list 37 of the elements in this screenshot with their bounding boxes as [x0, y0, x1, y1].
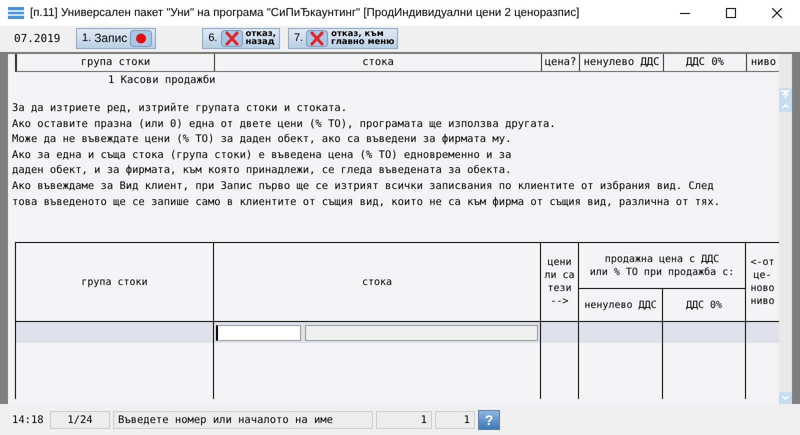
scroll-top-icon [779, 88, 792, 100]
scroll-down-button[interactable] [779, 392, 792, 404]
column-header: ненулево ДДС [580, 54, 664, 71]
scrollbar[interactable] [779, 54, 792, 404]
close-icon [772, 8, 782, 18]
column-header: продажна цена с ДДС или % ТО при продажба с: [579, 243, 746, 290]
status-field: 1 [435, 411, 475, 429]
scroll-up-button[interactable] [779, 100, 792, 112]
group-row-text: 1 Касови продажби [107, 73, 216, 88]
note-line: това въведеното ще се запише само в клиентите от същия вид, които не са към фирма от същия вид, различна от тях. [12, 194, 722, 210]
cross-icon [220, 30, 242, 46]
column-header: група стоки [17, 54, 215, 71]
status-message: Въведете номер или началото на име [113, 411, 373, 429]
input-field[interactable] [305, 324, 538, 341]
scroll-top-button[interactable] [779, 88, 792, 100]
input-field[interactable] [216, 324, 301, 341]
note-line: Ако за една и съща стока (група стоки) е въведена цена (% ТО) едновременно и за [12, 148, 512, 163]
note-line: Може да не въвеждате цени (% ТО) за даден обект, ако са въведени за фирмата му. [12, 132, 512, 148]
note-line: даден обект, и за фирмата, към която принадлежи, се гледа въведената за обекта. [12, 163, 512, 178]
maximize-icon [726, 8, 736, 18]
note-line: Ако оставите празна (или 0) една от двете цени (% ТО), програмата ще използва другата. [12, 116, 557, 132]
column-header: стока [215, 54, 542, 71]
record-icon [130, 30, 152, 46]
toolbar-button[interactable]: 7. отказ, към главно меню [288, 28, 398, 48]
app-icon [8, 7, 24, 19]
record-counter: 1/24 [50, 411, 110, 429]
status-field: 1 [376, 411, 432, 429]
note-line: Ако въвеждаме за Вид клиент, при Запис първо ще се изтрият всички записвания по клиентите от избрания вид. След [12, 178, 715, 194]
status-time: 14:18 [12, 414, 45, 426]
cross-icon [306, 30, 328, 46]
column-header: цена? [542, 54, 580, 71]
period-label: 07.2019 [14, 32, 62, 44]
toolbar-button[interactable]: 1. Запис [76, 28, 156, 48]
column-header: ДДС 0% [664, 54, 747, 71]
toolbar-button[interactable]: 6. отказ, назад [202, 28, 280, 48]
window-title: [п.11] Универсален пакет "Уни" на програма "СиПиЂкаунтинг" [ПродИндивидуални цени 2 ценоразпис] [30, 7, 580, 19]
note-line: За да изтриете ред, изтрийте групата стоки и стоката. [12, 101, 348, 116]
